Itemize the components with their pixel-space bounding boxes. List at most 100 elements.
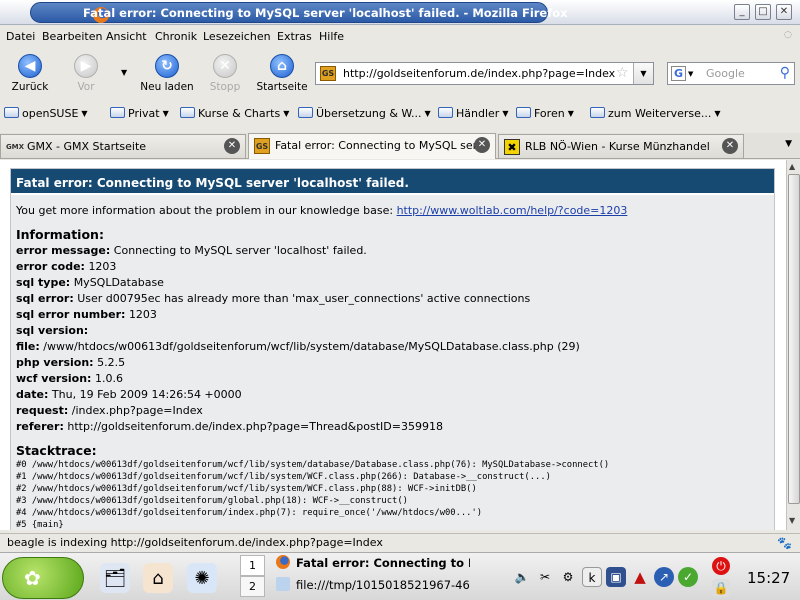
bookmark-label: openSUSE [22, 107, 79, 120]
stacktrace-line: #2 /www/htdocs/w00613df/goldseitenforum/… [16, 484, 477, 494]
task-konqueror[interactable]: file:///tmp/1015018521967-4675 [270, 577, 470, 598]
folder-icon [4, 107, 19, 118]
error-field-label: error code: [16, 260, 85, 273]
volume-icon[interactable]: 🔈 [512, 567, 532, 587]
home-folder-icon[interactable]: ⌂ [143, 563, 173, 593]
forward-arrow-icon: ▶ [74, 54, 98, 78]
pager-desktop-2[interactable]: 2 [240, 576, 265, 597]
alert-icon[interactable]: ▲ [630, 567, 650, 587]
list-all-tabs-icon[interactable]: ▼ [785, 139, 792, 149]
tab-fatal-error[interactable]: GS Fatal error: Connecting to MySQL ser.… [248, 133, 496, 159]
error-field-value: Connecting to MySQL server 'localhost' f… [113, 244, 367, 257]
beagle-icon[interactable]: 🐾 [777, 536, 792, 550]
update-icon[interactable]: ↗ [654, 567, 674, 587]
knowledge-base-link[interactable]: http://www.woltlab.com/help/?code=1203 [397, 204, 628, 217]
search-magnifier-icon[interactable]: ⚲ [780, 65, 790, 81]
chevron-down-icon: ▼ [162, 109, 169, 118]
desktop-icon[interactable]: 🗂 [100, 563, 130, 593]
stacktrace-line: #5 {main} [16, 520, 64, 530]
forward-button[interactable]: ▶ Vor [68, 54, 104, 93]
menu-ansicht[interactable]: Ansicht [106, 30, 147, 43]
close-window-button[interactable]: ✕ [776, 4, 792, 20]
chevron-down-icon: ▼ [424, 109, 431, 118]
home-label: Startseite [256, 81, 308, 93]
vertical-scrollbar[interactable]: ▲ ▼ [786, 160, 800, 530]
menu-datei[interactable]: Datei [6, 30, 35, 43]
tab-label: GMX - GMX Startseite [27, 140, 147, 153]
history-dropdown-icon[interactable]: ▼ [121, 68, 127, 77]
scrollbar-thumb[interactable] [788, 174, 800, 504]
scroll-up-icon[interactable]: ▲ [789, 162, 795, 171]
chevron-down-icon: ▼ [567, 109, 574, 118]
bookmark-label: Foren [534, 107, 565, 120]
konqueror-icon[interactable]: ✺ [187, 563, 217, 593]
menu-lesezeichen[interactable]: Lesezeichen [203, 30, 271, 43]
back-button[interactable]: ◀ Zurück [10, 54, 50, 93]
display-icon[interactable]: ▣ [606, 567, 626, 587]
error-field-row: error code: 1203 [16, 259, 769, 275]
chevron-down-icon: ▼ [81, 109, 88, 118]
bookmark-zum-weiterverse[interactable]: zum Weiterverse... ▼ [590, 107, 721, 120]
bookmark-label: Händler [456, 107, 500, 120]
window-title-pill[interactable]: Fatal error: Connecting to MySQL server … [30, 2, 568, 23]
home-button[interactable]: ⌂ Startseite [256, 54, 308, 93]
menu-chronik[interactable]: Chronik [155, 30, 197, 43]
bookmark-star-icon[interactable]: ☆ [616, 65, 629, 81]
close-tab-icon[interactable]: ✕ [722, 138, 738, 154]
engine-dropdown-icon[interactable]: ▼ [688, 70, 693, 78]
pager-desktop-1[interactable]: 1 [240, 555, 265, 576]
bookmark-label: Privat [128, 107, 160, 120]
folder-icon [110, 107, 125, 118]
error-field-value: /index.php?page=Index [71, 404, 203, 417]
url-bar[interactable]: GS http://goldseitenforum.de/index.php?p… [315, 62, 654, 85]
close-tab-icon[interactable]: ✕ [224, 138, 240, 154]
folder-icon [438, 107, 453, 118]
menu-extras[interactable]: Extras [277, 30, 312, 43]
zen-updater-icon[interactable]: ✓ [678, 567, 698, 587]
error-field-row: php version: 5.2.5 [16, 355, 769, 371]
scroll-down-icon[interactable]: ▼ [789, 516, 795, 525]
error-field-value: User d00795ec has already more than 'max… [77, 292, 531, 305]
search-bar[interactable]: G ▼ Google ⚲ [667, 62, 795, 85]
reload-icon: ↻ [155, 54, 179, 78]
tab-label: Fatal error: Connecting to MySQL ser... [275, 139, 487, 152]
reload-button[interactable]: ↻ Neu laden [140, 54, 194, 93]
clock[interactable]: 15:27 [747, 569, 790, 587]
url-text[interactable]: http://goldseitenforum.de/index.php?page… [343, 67, 615, 80]
error-heading: Fatal error: Connecting to MySQL server … [11, 169, 774, 195]
chevron-down-icon: ▼ [502, 109, 509, 118]
minimize-button[interactable]: _ [734, 4, 750, 20]
task-firefox[interactable]: Fatal error: Connecting to MySQ [270, 555, 470, 576]
tab-gmx[interactable]: GMX GMX - GMX Startseite ✕ [0, 134, 246, 158]
folder-icon [298, 107, 313, 118]
bookmark-opensuse[interactable]: openSUSE ▼ [4, 107, 88, 120]
search-placeholder[interactable]: Google [706, 67, 745, 80]
lock-screen-icon[interactable]: 🔒 [712, 579, 730, 597]
bookmark-label: Kurse & Charts [198, 107, 281, 120]
desktop-pager: 1 2 [240, 555, 265, 599]
bookmark-kurse-charts[interactable]: Kurse & Charts ▼ [180, 107, 289, 120]
throbber-icon: ◌ [784, 30, 792, 40]
network-icon[interactable]: ⚙ [558, 567, 578, 587]
kopete-icon[interactable]: k [582, 567, 602, 587]
chevron-down-icon: ▼ [283, 109, 290, 118]
power-icon[interactable]: ⏻ [712, 557, 730, 575]
tab-rlb[interactable]: ✖ RLB NÖ-Wien - Kurse Münzhandel ✕ [498, 134, 744, 158]
menu-bearbeiten[interactable]: Bearbeiten [42, 30, 102, 43]
start-menu-button[interactable]: ✿ [2, 557, 84, 599]
bookmark-foren[interactable]: Foren ▼ [516, 107, 574, 120]
error-field-value: MySQLDatabase [73, 276, 164, 289]
klipper-icon[interactable]: ✂ [535, 567, 555, 587]
forward-label: Vor [77, 81, 95, 93]
close-tab-icon[interactable]: ✕ [474, 137, 490, 153]
google-engine-icon[interactable]: G [671, 66, 686, 81]
bookmark-privat[interactable]: Privat ▼ [110, 107, 169, 120]
error-field-row: referer: http://goldseitenforum.de/index… [16, 419, 769, 435]
error-field-value: 1203 [88, 260, 117, 273]
menu-hilfe[interactable]: Hilfe [319, 30, 344, 43]
maximize-button[interactable]: □ [755, 4, 771, 20]
bookmark-uebersetzung[interactable]: Übersetzung & W... ▼ [298, 107, 431, 120]
bookmark-haendler[interactable]: Händler ▼ [438, 107, 508, 120]
url-dropdown-icon[interactable]: ▼ [633, 63, 653, 84]
stop-button[interactable]: ✕ Stopp [208, 54, 242, 93]
